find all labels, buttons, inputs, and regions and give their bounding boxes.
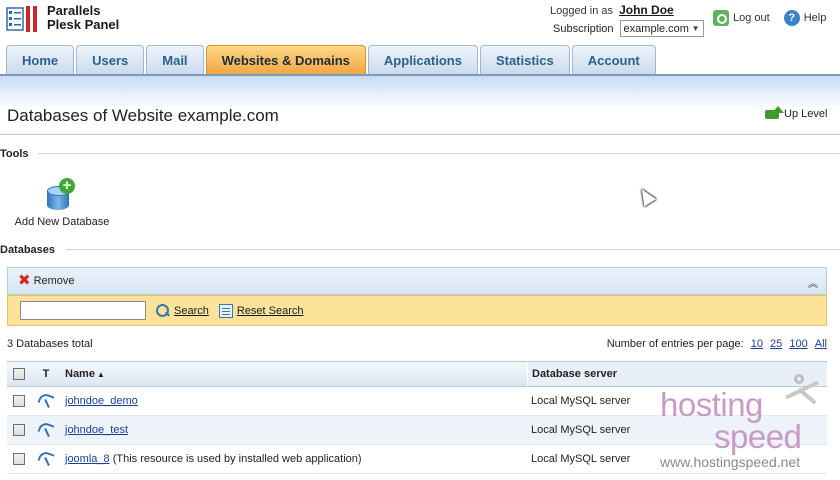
parallels-logo[interactable]: Parallels Plesk Panel [6, 4, 119, 34]
search-bar: Search Reset Search [7, 295, 827, 326]
title-divider [0, 134, 840, 135]
per-page-100-link[interactable]: 100 [789, 338, 807, 350]
help-icon: ? [783, 10, 800, 26]
databases-total: 3 Databases total [7, 338, 93, 350]
subscription-select[interactable]: example.com ▼ [619, 20, 704, 37]
search-button[interactable]: Search [156, 303, 209, 318]
help-label: Help [803, 12, 827, 24]
logged-in-label: Logged in as [550, 5, 613, 17]
row-checkbox[interactable] [13, 453, 25, 465]
login-info: Logged in as John Doe [550, 3, 674, 17]
watermark-line-2: speed [714, 418, 802, 455]
up-level-icon [765, 106, 784, 121]
column-name-header[interactable]: Name ▲ [61, 368, 527, 380]
sort-ascending-icon: ▲ [96, 370, 105, 379]
up-level-button[interactable]: Up Level [765, 106, 828, 121]
search-icon [156, 303, 170, 318]
remove-button[interactable]: ✖ Remove [18, 272, 75, 289]
mouse-pointer-icon [635, 185, 657, 207]
top-header: Parallels Plesk Panel Logged in as John … [0, 0, 840, 44]
search-label: Search [174, 304, 209, 317]
logout-button[interactable]: Log out [713, 10, 770, 26]
tab-users[interactable]: Users [76, 45, 145, 75]
tools-divider [38, 153, 840, 154]
mysql-icon [37, 451, 55, 467]
logo-line-1: Parallels [47, 3, 101, 18]
page-title: Databases of Website example.com [7, 106, 279, 125]
row-checkbox[interactable] [13, 424, 25, 436]
search-input[interactable] [20, 301, 146, 320]
mysql-icon [37, 422, 55, 438]
database-usage-note: (This resource is used by installed web … [112, 453, 362, 465]
subscription-value: example.com [623, 22, 689, 35]
watermark-url: www.hostingspeed.net [660, 454, 801, 470]
tab-mail[interactable]: Mail [146, 45, 204, 75]
help-button[interactable]: ? Help [783, 10, 827, 26]
mysql-icon [37, 393, 55, 409]
user-name-link[interactable]: John Doe [619, 3, 674, 17]
logout-label: Log out [733, 12, 770, 24]
reset-search-label: Reset Search [236, 304, 304, 317]
add-new-database-label: Add New Database [14, 216, 110, 228]
tab-statistics[interactable]: Statistics [479, 45, 570, 75]
up-level-label: Up Level [784, 108, 828, 120]
list-toolbar: ✖ Remove ︽ [7, 267, 827, 295]
logout-icon [713, 10, 729, 26]
logo-text: Parallels Plesk Panel [47, 4, 119, 32]
databases-section-title: Databases [0, 244, 56, 256]
per-page-10-link[interactable]: 10 [751, 338, 763, 350]
top-links: Log out ? Help [713, 10, 826, 26]
add-database-icon: + [45, 178, 79, 212]
chevron-down-icon: ▼ [691, 24, 700, 33]
per-page-label: Number of entries per page: [606, 338, 744, 350]
reset-search-button[interactable]: Reset Search [218, 303, 304, 318]
per-page-25-link[interactable]: 25 [770, 338, 782, 350]
database-name-link[interactable]: joomla_8 [65, 453, 110, 465]
main-tabs: Home Users Mail Websites & Domains Appli… [6, 45, 656, 75]
runner-logo-icon [782, 374, 822, 414]
per-page-all-link[interactable]: All [815, 338, 827, 350]
database-name-link[interactable]: johndoe_test [65, 424, 128, 436]
column-type-header[interactable]: T [31, 368, 61, 380]
database-name-link[interactable]: johndoe_demo [65, 395, 138, 407]
tools-section-title: Tools [0, 148, 29, 160]
plesk-logo-icon [6, 4, 40, 34]
subscription-label: Subscription [553, 22, 614, 35]
subscription-row: Subscription example.com ▼ [553, 20, 704, 37]
collapse-icon[interactable]: ︽ [808, 275, 818, 290]
entries-per-page: Number of entries per page: 10 25 100 Al… [607, 338, 827, 350]
column-name-label: Name [65, 368, 95, 380]
row-checkbox[interactable] [13, 395, 25, 407]
tab-account[interactable]: Account [571, 45, 656, 75]
tab-home[interactable]: Home [6, 45, 75, 75]
remove-icon: ✖ [18, 272, 31, 289]
select-all-checkbox[interactable] [13, 368, 25, 380]
hostingspeed-watermark: hosting speed www.hostingspeed.net [658, 370, 838, 480]
tab-applications[interactable]: Applications [367, 45, 478, 75]
tab-websites-domains[interactable]: Websites & Domains [205, 45, 366, 75]
databases-divider [66, 249, 840, 250]
logo-line-2: Plesk Panel [47, 17, 120, 32]
remove-label: Remove [33, 275, 75, 287]
reset-search-icon [218, 303, 233, 318]
add-new-database-button[interactable]: + Add New Database [14, 178, 110, 228]
